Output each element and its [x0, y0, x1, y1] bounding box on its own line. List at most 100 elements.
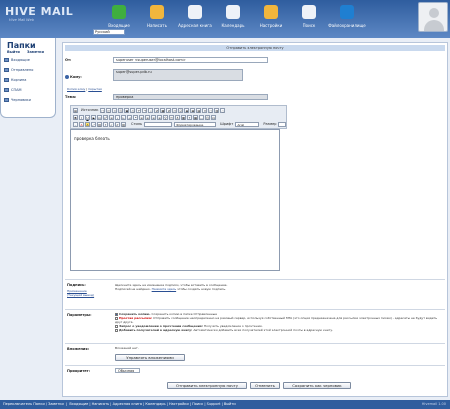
size-select[interactable] [278, 121, 287, 127]
folder-item-2[interactable]: Корзина [1, 76, 55, 84]
style-select[interactable] [144, 121, 173, 127]
folder-item-0[interactable]: Входящие [1, 56, 55, 64]
select-icon[interactable]: ▾ [202, 107, 208, 113]
copy-icon[interactable]: ⎘ [118, 107, 124, 113]
manage-attachments-button[interactable]: Управлять вложениями [115, 354, 185, 361]
image-button-icon[interactable]: ▨ [214, 107, 220, 113]
textfield-icon[interactable]: ▬ [190, 107, 196, 113]
folder-icon [4, 68, 9, 72]
form-icon[interactable]: ▭ [172, 107, 178, 113]
nav-item-2[interactable]: Адресная книга [176, 2, 214, 32]
format-select[interactable]: Форматирование [174, 121, 217, 127]
special-char-icon[interactable]: Ω [211, 114, 216, 120]
superscript-icon[interactable]: x² [103, 114, 108, 120]
templates-icon[interactable]: ▧ [121, 121, 126, 127]
nav-item-5[interactable]: Поиск [290, 2, 328, 32]
folder-item-4[interactable]: Черновики [1, 96, 55, 104]
align-center-icon[interactable]: ≡ [145, 114, 150, 120]
pagebreak-icon[interactable]: ⎯ [73, 121, 78, 127]
hr-icon[interactable]: ― [199, 114, 204, 120]
smiley-icon[interactable]: ☺ [205, 114, 210, 120]
bcc-link[interactable]: Скрытая [88, 87, 102, 91]
table-icon[interactable]: ▦ [193, 114, 198, 120]
show-blocks-icon[interactable]: ▥ [97, 121, 102, 127]
bg-color-icon[interactable]: A [85, 121, 90, 127]
add-to-addressbook-checkbox[interactable] [115, 328, 118, 332]
folder-item-1[interactable]: Отправлено [1, 66, 55, 74]
hidden-field-icon[interactable]: ◌ [220, 107, 226, 113]
ordered-list-icon[interactable]: ≡ [109, 114, 114, 120]
cc-link[interactable]: Копия кому [67, 87, 85, 91]
remove-format-icon[interactable]: ⊘ [166, 107, 172, 113]
footer-links[interactable]: Входящие | Написать | Адресная книга | К… [69, 402, 235, 406]
spellcheck-icon[interactable]: ✓ [109, 121, 114, 127]
replace-icon[interactable]: ⇄ [154, 107, 160, 113]
paste-icon[interactable]: ▣ [124, 107, 130, 113]
scayt-icon[interactable]: ✔ [115, 121, 120, 127]
cut-icon[interactable]: ✂ [112, 107, 118, 113]
align-left-icon[interactable]: ≡ [139, 114, 144, 120]
message-body-editor[interactable]: проверка блеать [70, 129, 280, 271]
nav-item-6[interactable]: Файлохранилище [328, 2, 366, 32]
text-color-icon[interactable]: A [79, 121, 84, 127]
nav-item-1[interactable]: Написать [138, 2, 176, 32]
folder-label: Входящие [11, 58, 30, 62]
folder-item-3[interactable]: СПАМ [1, 86, 55, 94]
maximize-icon[interactable]: ⤢ [91, 121, 96, 127]
logout-link[interactable]: Выйти [7, 50, 20, 54]
source-icon[interactable]: ▤ [73, 107, 78, 113]
indent-icon[interactable]: ⇥ [127, 114, 132, 120]
attachments-section: Вложения: Вложений нет. Управлять вложен… [65, 343, 445, 365]
link-icon[interactable]: ⚲ [163, 114, 168, 120]
preview-icon[interactable]: ◫ [106, 107, 112, 113]
select-all-icon[interactable]: ▦ [160, 107, 166, 113]
avatar[interactable] [418, 2, 448, 32]
radio-icon[interactable]: ◉ [184, 107, 190, 113]
image-icon[interactable]: ▩ [181, 114, 186, 120]
cancel-button[interactable]: Отменить [250, 382, 280, 389]
unlink-icon[interactable]: ⚯ [169, 114, 174, 120]
bullet-list-icon[interactable]: • [115, 114, 120, 120]
params-options: Сохранить копию. Сохранить копию в папке… [115, 312, 445, 332]
find-icon[interactable]: ⌕ [148, 107, 154, 113]
nav-item-0[interactable]: Входящие [100, 2, 138, 32]
notes-link[interactable]: Заметки [27, 50, 44, 54]
subject-label: Тема: [65, 95, 77, 99]
subject-field[interactable]: проверка [113, 94, 268, 100]
bold-icon[interactable]: B [73, 114, 78, 120]
footer-toggle[interactable]: Переключатель Папки / Заметки [3, 402, 64, 406]
add-to-addressbook-option[interactable]: Добавить получателей в адресную книгу: А… [115, 328, 445, 332]
textarea-icon[interactable]: ▤ [196, 107, 202, 113]
about-icon[interactable]: ? [103, 121, 108, 127]
align-right-icon[interactable]: ≡ [151, 114, 156, 120]
redo-icon[interactable]: ↷ [142, 107, 148, 113]
justify-icon[interactable]: ≡ [157, 114, 162, 120]
undo-icon[interactable]: ↶ [136, 107, 142, 113]
subscript-icon[interactable]: x₂ [97, 114, 102, 120]
new-doc-icon[interactable]: □ [100, 107, 106, 113]
current-output-link[interactable]: (Текущий вывод) [67, 293, 94, 297]
outdent-icon[interactable]: ⇤ [121, 114, 126, 120]
button-icon[interactable]: ▢ [208, 107, 214, 113]
bulk-send-option[interactable]: Простая рассылка: Отправить сообщение не… [115, 316, 445, 324]
strike-icon[interactable]: S [91, 114, 96, 120]
underline-icon[interactable]: U [85, 114, 90, 120]
create-signature-link[interactable]: Нажмите здесь [152, 287, 177, 291]
send-button[interactable]: Отправить электронную почту [167, 382, 247, 389]
contacts-icon[interactable] [65, 75, 69, 79]
source-button[interactable]: Источник [81, 108, 98, 112]
flash-icon[interactable]: ϟ [187, 114, 192, 120]
print-icon[interactable]: ⎙ [130, 107, 136, 113]
anchor-icon[interactable]: ⚓ [175, 114, 180, 120]
nav-item-3[interactable]: Календарь [214, 2, 252, 32]
to-field[interactable]: super@super-pdb.ru [113, 69, 243, 81]
blockquote-icon[interactable]: ❝ [133, 114, 138, 120]
italic-icon[interactable]: I [79, 114, 84, 120]
font-select[interactable]: Arial [235, 121, 260, 127]
checkbox-icon[interactable]: ☑ [178, 107, 184, 113]
from-select[interactable]: superuser <superuser@localhost.com> [113, 57, 268, 63]
nav-item-4[interactable]: Настройки [252, 2, 290, 32]
nav-label: Написать [146, 23, 167, 28]
priority-select[interactable]: Обычная [115, 368, 140, 373]
save-draft-button[interactable]: Сохранить как черновик [283, 382, 351, 389]
